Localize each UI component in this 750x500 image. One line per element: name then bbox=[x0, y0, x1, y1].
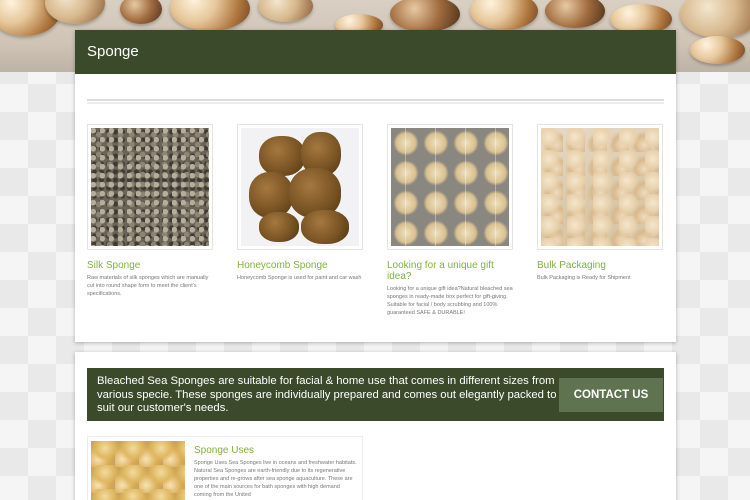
seashell-image bbox=[690, 36, 745, 64]
product-title[interactable]: Silk Sponge bbox=[87, 260, 213, 271]
seashell-image bbox=[120, 0, 162, 24]
divider bbox=[87, 99, 664, 104]
cta-text: Bleached Sea Sponges are suitable for fa… bbox=[97, 375, 557, 414]
feature-title[interactable]: Sponge Uses bbox=[194, 445, 254, 456]
silk-sponge-image bbox=[91, 128, 209, 246]
product-title[interactable]: Honeycomb Sponge bbox=[237, 260, 363, 271]
product-bulk-packaging[interactable]: Bulk Packaging Bulk Packaging is Ready f… bbox=[537, 124, 663, 282]
seashell-image bbox=[470, 0, 538, 30]
seashell-image bbox=[258, 0, 313, 22]
product-title[interactable]: Looking for a unique gift idea? bbox=[387, 260, 513, 282]
seashell-image bbox=[545, 0, 605, 28]
gift-box-sponges-image bbox=[391, 128, 509, 246]
seashell-image bbox=[680, 0, 750, 38]
product-description: Raw materials of silk sponges which are … bbox=[87, 275, 209, 297]
sponge-uses-image[interactable] bbox=[91, 441, 185, 500]
bleached-sponges-card: Bleached Sea Sponges are suitable for fa… bbox=[75, 352, 676, 500]
sponge-products-card: Sponge Silk Sponge Raw materials of silk… bbox=[75, 30, 676, 342]
product-description: Looking for a unique gift idea?Natural b… bbox=[387, 286, 513, 316]
seashell-image bbox=[170, 0, 250, 31]
product-silk-sponge[interactable]: Silk Sponge Raw materials of silk sponge… bbox=[87, 124, 213, 298]
bulk-packaging-image bbox=[541, 128, 659, 246]
cta-banner: Bleached Sea Sponges are suitable for fa… bbox=[87, 368, 664, 421]
feature-sponge-uses[interactable]: Sponge Uses Sponge Uses Sea Sponges live… bbox=[87, 436, 363, 500]
honeycomb-sponge-image bbox=[241, 128, 359, 246]
product-gift-idea[interactable]: Looking for a unique gift idea? Looking … bbox=[387, 124, 513, 317]
feature-description: Sponge Uses Sea Sponges live in oceans a… bbox=[194, 460, 357, 498]
page-title: Sponge bbox=[75, 30, 676, 74]
product-title[interactable]: Bulk Packaging bbox=[537, 260, 663, 271]
product-thumbnail[interactable] bbox=[87, 124, 213, 250]
product-thumbnail[interactable] bbox=[537, 124, 663, 250]
product-thumbnail[interactable] bbox=[237, 124, 363, 250]
product-description: Honeycomb Sponge is used for paint and c… bbox=[237, 275, 362, 281]
product-description: Bulk Packaging is Ready for Shipment bbox=[537, 275, 631, 281]
seashell-image bbox=[390, 0, 460, 32]
contact-us-button[interactable]: CONTACT US bbox=[559, 378, 663, 412]
product-thumbnail[interactable] bbox=[387, 124, 513, 250]
product-honeycomb-sponge[interactable]: Honeycomb Sponge Honeycomb Sponge is use… bbox=[237, 124, 363, 282]
